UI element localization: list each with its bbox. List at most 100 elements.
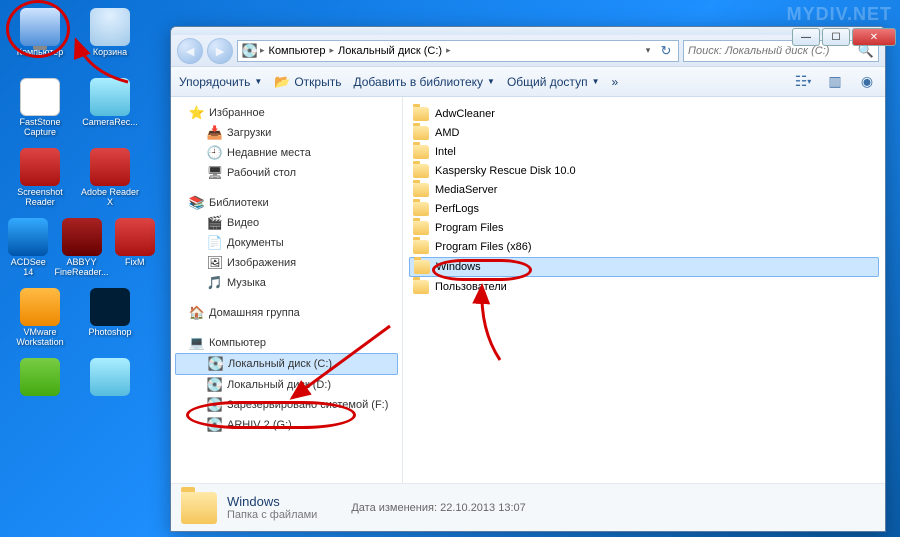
folder-item[interactable]: Program Files (x86) [409, 238, 879, 256]
desktop-icon[interactable]: Корзина [78, 8, 142, 72]
desktop-icon: 🖥 [207, 165, 223, 181]
desktop-icon[interactable]: Photoshop [78, 288, 142, 352]
breadcrumb-computer[interactable]: Компьютер [267, 45, 328, 57]
close-button[interactable]: ✕ [852, 28, 896, 46]
folder-item[interactable]: AdwCleaner [409, 105, 879, 123]
folder-item[interactable]: Windows [409, 257, 879, 277]
desktop-icon[interactable]: ACDSee 14 [8, 218, 48, 282]
folder-label: PerfLogs [435, 203, 479, 215]
folder-item[interactable]: Пользователи [409, 278, 879, 296]
folder-label: AMD [435, 127, 459, 139]
chevron-down-icon: ▼ [254, 77, 262, 86]
share-menu[interactable]: Общий доступ▼ [507, 75, 600, 89]
folder-item[interactable]: Intel [409, 143, 879, 161]
desktop-icon-label: CameraRec... [82, 118, 138, 128]
folder-label: Windows [436, 261, 481, 273]
nav-item-label: ARHIV 2 (G:) [227, 419, 292, 431]
folder-item[interactable]: PerfLogs [409, 200, 879, 218]
dropdown-icon[interactable]: ▾ [640, 43, 656, 59]
green-icon [20, 358, 60, 396]
nav-label: Избранное [209, 107, 265, 119]
address-bar[interactable]: 💽 ▸ Компьютер ▸ Локальный диск (C:) ▸ ▾ … [237, 40, 679, 62]
drive-icon: 💽 [207, 377, 223, 393]
desktop-icon-label: VMware Workstation [10, 328, 70, 348]
folder-item[interactable]: MediaServer [409, 181, 879, 199]
nav-item[interactable]: 🎬Видео [171, 213, 402, 233]
view-menu-icon[interactable]: ☷▾ [793, 72, 813, 92]
folder-label: Program Files (x86) [435, 241, 532, 253]
desktop-icon[interactable]: FastStone Capture [8, 78, 72, 142]
nav-label: Домашняя группа [209, 307, 300, 319]
desktop-icon[interactable]: CameraRec... [78, 78, 142, 142]
chevron-right-icon: ▸ [329, 45, 334, 56]
nav-item[interactable]: 🕘Недавние места [171, 143, 402, 163]
desktop-icon[interactable]: Adobe Reader X [78, 148, 142, 212]
drive-icon: 💽 [208, 356, 224, 372]
desktop-icon[interactable] [78, 358, 142, 422]
folder-icon [413, 164, 429, 178]
preview-pane-icon[interactable]: ▥ [825, 72, 845, 92]
nav-item[interactable]: 💽Зарезервировано системой (F:) [171, 395, 402, 415]
nav-group-header[interactable]: 📚Библиотеки [171, 193, 402, 213]
nav-item[interactable]: 📥Загрузки [171, 123, 402, 143]
nav-item-label: Видео [227, 217, 259, 229]
nav-item[interactable]: 🎵Музыка [171, 273, 402, 293]
more-menu[interactable]: » [611, 75, 618, 89]
nav-item[interactable]: 💽Локальный диск (D:) [171, 375, 402, 395]
minimize-button[interactable]: — [792, 28, 820, 46]
folder-label: Intel [435, 146, 456, 158]
refresh-icon[interactable]: ↻ [658, 43, 674, 59]
recent-icon: 🕘 [207, 145, 223, 161]
blue-icon [8, 218, 48, 256]
red-icon [115, 218, 155, 256]
folder-item[interactable]: Program Files [409, 219, 879, 237]
help-icon[interactable]: ◉ [857, 72, 877, 92]
nav-item[interactable]: 💽Локальный диск (C:) [175, 353, 398, 375]
desktop-icon[interactable]: FixM [115, 218, 155, 282]
address-row: ◄ ► 💽 ▸ Компьютер ▸ Локальный диск (C:) … [171, 35, 885, 67]
organize-menu[interactable]: Упорядочить▼ [179, 75, 262, 89]
breadcrumb-drive[interactable]: Локальный диск (C:) [336, 45, 444, 57]
monitor-icon [20, 8, 60, 46]
desktop-icon[interactable] [8, 358, 72, 422]
nav-item[interactable]: 📄 Документы [171, 233, 402, 253]
doc-icon: 📄 [207, 235, 223, 251]
nav-group-header[interactable]: 💻Компьютер [171, 333, 402, 353]
open-button[interactable]: 📂 Открыть [274, 74, 341, 90]
nav-item-label: Изображения [227, 257, 296, 269]
darkred-icon [62, 218, 102, 256]
folder-icon [413, 107, 429, 121]
nav-item[interactable]: 💽 ARHIV 2 (G:) [171, 415, 402, 435]
nav-item[interactable]: 🖥Рабочий стол [171, 163, 402, 183]
maximize-button[interactable]: ☐ [822, 28, 850, 46]
drive-icon: 💽 [242, 43, 258, 59]
nav-group-header[interactable]: 🏠 Домашняя группа [171, 303, 402, 323]
forward-button[interactable]: ► [207, 38, 233, 64]
dkblue-icon [90, 288, 130, 326]
details-type: Папка с файлами [227, 509, 317, 521]
drive-icon: 💽 [207, 417, 223, 433]
desktop-icon[interactable]: VMware Workstation [8, 288, 72, 352]
details-modified: Дата изменения: 22.10.2013 13:07 [351, 502, 525, 514]
nav-item-label: Документы [227, 237, 284, 249]
folder-open-icon: 📂 [274, 74, 290, 90]
folder-item[interactable]: Kaspersky Rescue Disk 10.0 [409, 162, 879, 180]
home-icon: 🏠 [189, 305, 205, 321]
nav-item[interactable]: 🖼Изображения [171, 253, 402, 273]
desktop-icon[interactable]: ABBYY FineReader... [54, 218, 108, 282]
nav-label: Компьютер [209, 337, 266, 349]
desktop: КомпьютерКорзинаFastStone Capture CameraR… [0, 0, 165, 537]
back-button[interactable]: ◄ [177, 38, 203, 64]
search-input[interactable] [688, 45, 858, 57]
folder-label: Пользователи [435, 281, 507, 293]
folder-item[interactable]: AMD [409, 124, 879, 142]
titlebar[interactable] [171, 27, 885, 35]
toolbar: Упорядочить▼ 📂 Открыть Добавить в библио… [171, 67, 885, 97]
nav-pane: ⭐Избранное📥Загрузки🕘Недавние места🖥Рабоч… [171, 97, 403, 483]
desktop-icon[interactable]: Screenshot Reader [8, 148, 72, 212]
folder-icon [413, 221, 429, 235]
drive-icon: 💽 [207, 397, 223, 413]
nav-group-header[interactable]: ⭐Избранное [171, 103, 402, 123]
add-to-library-menu[interactable]: Добавить в библиотеку▼ [353, 75, 494, 89]
desktop-icon[interactable]: Компьютер [8, 8, 72, 72]
